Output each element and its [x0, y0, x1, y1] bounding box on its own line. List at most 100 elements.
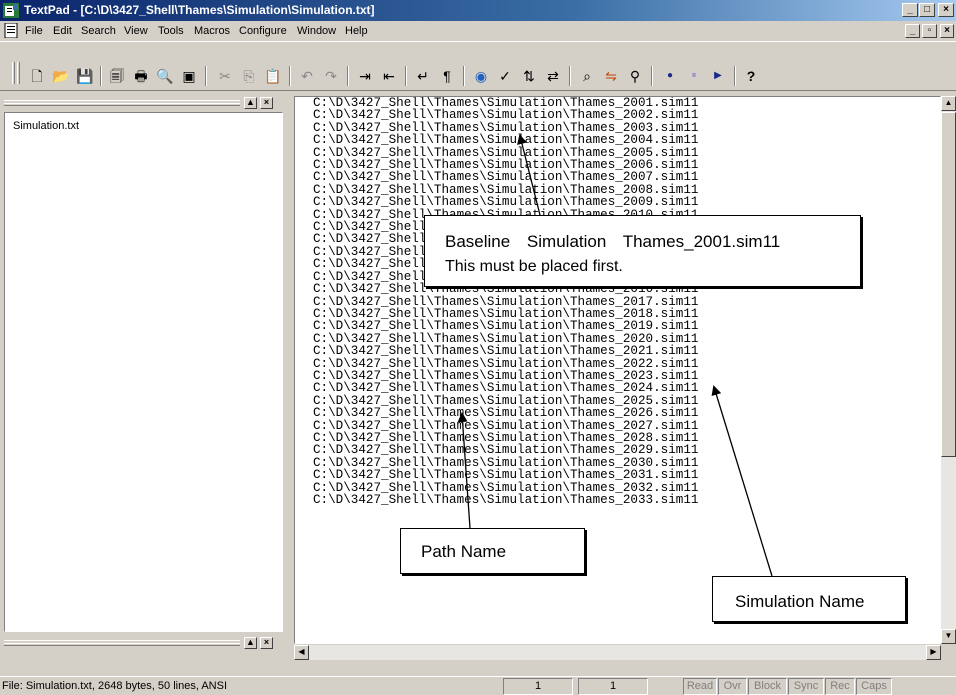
editor-line[interactable]: C:\D\3427_Shell\Thames\Simulation\Thames… — [313, 109, 698, 122]
status-line-number: 1 — [503, 678, 573, 695]
menu-edit[interactable]: Edit — [53, 25, 72, 37]
menu-file[interactable]: File — [25, 25, 43, 37]
toolbar-separator — [463, 66, 465, 86]
undo-icon[interactable]: ↶ — [296, 66, 318, 86]
scroll-left-button[interactable]: ◀ — [294, 645, 309, 660]
window-icon[interactable]: ▣ — [178, 66, 200, 86]
document-list-item[interactable]: Simulation.txt — [11, 119, 82, 133]
editor-line[interactable]: C:\D\3427_Shell\Thames\Simulation\Thames… — [313, 320, 698, 333]
scroll-up-button[interactable]: ▲ — [941, 96, 956, 111]
editor-line[interactable]: C:\D\3427_Shell\Thames\Simulation\Thames… — [313, 196, 698, 209]
sort-icon[interactable]: ⇅ — [518, 66, 540, 86]
print-preview-icon[interactable]: 🔍 — [154, 66, 176, 86]
cut-icon[interactable]: ✂ — [214, 66, 236, 86]
menu-configure[interactable]: Configure — [239, 25, 287, 37]
maximize-button[interactable]: □ — [919, 3, 935, 17]
mdi-minimize-button[interactable]: _ — [905, 24, 920, 38]
status-bar: File: Simulation.txt, 2648 bytes, 50 lin… — [0, 676, 956, 695]
pane-up-button[interactable]: ▲ — [244, 637, 257, 649]
toolbar-separator — [405, 66, 407, 86]
paste-icon[interactable]: 📋 — [262, 66, 284, 86]
editor-line[interactable]: C:\D\3427_Shell\Thames\Simulation\Thames… — [313, 382, 698, 395]
print-icon[interactable]: 🖶 — [130, 66, 152, 86]
toolbar: 🗋 📂 💾 🗐 🖶 🔍 ▣ ✂ ⎘ 📋 ↶ ↷ ⇥ ⇤ ↵ ¶ ◉ ✓ ⇅ ⇄ … — [0, 41, 956, 91]
editor-line[interactable]: C:\D\3427_Shell\Thames\Simulation\Thames… — [313, 444, 698, 457]
redo-icon[interactable]: ↷ — [320, 66, 342, 86]
status-read-indicator: Read — [683, 678, 717, 695]
page-icon[interactable]: 🗐 — [106, 66, 128, 86]
editor-line[interactable]: C:\D\3427_Shell\Thames\Simulation\Thames… — [313, 134, 698, 147]
document-system-menu-icon[interactable] — [4, 23, 18, 38]
editor-line[interactable]: C:\D\3427_Shell\Thames\Simulation\Thames… — [313, 407, 698, 420]
mdi-close-button[interactable]: × — [940, 24, 954, 38]
indent-icon[interactable]: ⇥ — [354, 66, 376, 86]
status-file-info: File: Simulation.txt, 2648 bytes, 50 lin… — [2, 680, 228, 692]
open-folder-icon[interactable]: 📂 — [50, 66, 72, 86]
compare-icon[interactable]: ⇄ — [542, 66, 564, 86]
editor-line[interactable]: C:\D\3427_Shell\Thames\Simulation\Thames… — [313, 171, 698, 184]
status-caps-indicator: Caps — [856, 678, 892, 695]
pane-header-bottom[interactable]: ▲ × — [4, 636, 283, 651]
menu-search[interactable]: Search — [81, 25, 116, 37]
close-button[interactable]: × — [938, 3, 954, 17]
vertical-scrollbar[interactable]: ▲ ▼ — [941, 96, 956, 644]
horizontal-scrollbar[interactable]: ◀ ▶ — [294, 645, 941, 660]
mdi-restore-button[interactable]: ▫ — [922, 24, 937, 38]
menu-bar: File Edit Search View Tools Macros Confi… — [0, 21, 956, 41]
word-wrap-icon[interactable]: ↵ — [412, 66, 434, 86]
baseline-callout-note: This must be placed first. — [445, 258, 623, 275]
scroll-down-button[interactable]: ▼ — [941, 629, 956, 644]
pane-grip[interactable] — [4, 100, 240, 106]
baseline-callout-title: Baseline Simulation Thames_2001.sim11 — [445, 232, 781, 251]
find-in-files-icon[interactable]: ⚲ — [624, 66, 646, 86]
minimize-button[interactable]: _ — [902, 3, 918, 17]
menu-macros[interactable]: Macros — [194, 25, 230, 37]
path-name-label: Path Name — [421, 542, 507, 561]
toolbar-grip[interactable] — [12, 62, 15, 84]
document-list: Simulation.txt — [4, 112, 283, 632]
editor-line[interactable]: C:\D\3427_Shell\Thames\Simulation\Thames… — [313, 469, 698, 482]
replace-icon[interactable]: ⇋ — [600, 66, 622, 86]
textpad-app-icon[interactable] — [3, 3, 19, 18]
find-icon[interactable]: ⌕ — [576, 66, 598, 86]
menu-view[interactable]: View — [124, 25, 148, 37]
browser-icon[interactable]: ◉ — [470, 66, 492, 86]
paragraph-icon[interactable]: ¶ — [436, 66, 458, 86]
simulation-name-label: Simulation Name — [735, 592, 865, 611]
status-block-indicator: Block — [748, 678, 787, 695]
menu-window[interactable]: Window — [297, 25, 336, 37]
record-macro-icon[interactable]: ● — [659, 66, 681, 86]
scroll-right-button[interactable]: ▶ — [926, 645, 941, 660]
vertical-scroll-thumb[interactable] — [941, 112, 956, 457]
status-sync-indicator: Sync — [788, 678, 824, 695]
path-name-callout: Path Name — [400, 528, 585, 574]
menu-help[interactable]: Help — [345, 25, 368, 37]
status-column-number: 1 — [578, 678, 648, 695]
toolbar-separator — [569, 66, 571, 86]
pane-grip[interactable] — [4, 640, 240, 646]
new-document-icon[interactable]: 🗋 — [26, 66, 48, 86]
pane-header-top[interactable]: ▲ × — [4, 96, 283, 111]
document-selector-pane: ▲ × Simulation.txt ▲ × — [4, 96, 283, 654]
pane-up-button[interactable]: ▲ — [244, 97, 257, 109]
editor-lines[interactable]: C:\D\3427_Shell\Thames\Simulation\Thames… — [313, 97, 698, 507]
toolbar-separator — [347, 66, 349, 86]
copy-icon[interactable]: ⎘ — [238, 66, 260, 86]
window-title: TextPad - [C:\D\3427_Shell\Thames\Simula… — [24, 3, 375, 17]
editor-line[interactable]: C:\D\3427_Shell\Thames\Simulation\Thames… — [313, 345, 698, 358]
pane-close-button[interactable]: × — [260, 637, 273, 649]
toolbar-separator — [289, 66, 291, 86]
save-icon[interactable]: 💾 — [74, 66, 96, 86]
pause-macro-icon[interactable]: ⏸ — [683, 66, 705, 86]
context-help-icon[interactable]: ? — [740, 66, 762, 86]
editor-line[interactable]: C:\D\3427_Shell\Thames\Simulation\Thames… — [313, 493, 698, 506]
spell-check-icon[interactable]: ✓ — [494, 66, 516, 86]
baseline-simulation-callout: Baseline Simulation Thames_2001.sim11 Th… — [424, 215, 861, 287]
toolbar-grip[interactable] — [17, 62, 20, 84]
outdent-icon[interactable]: ⇤ — [378, 66, 400, 86]
editor-text-area[interactable]: C:\D\3427_Shell\Thames\Simulation\Thames… — [294, 96, 941, 644]
toolbar-separator — [734, 66, 736, 86]
pane-close-button[interactable]: × — [260, 97, 273, 109]
menu-tools[interactable]: Tools — [158, 25, 184, 37]
play-macro-icon[interactable]: ▶ — [707, 66, 729, 86]
